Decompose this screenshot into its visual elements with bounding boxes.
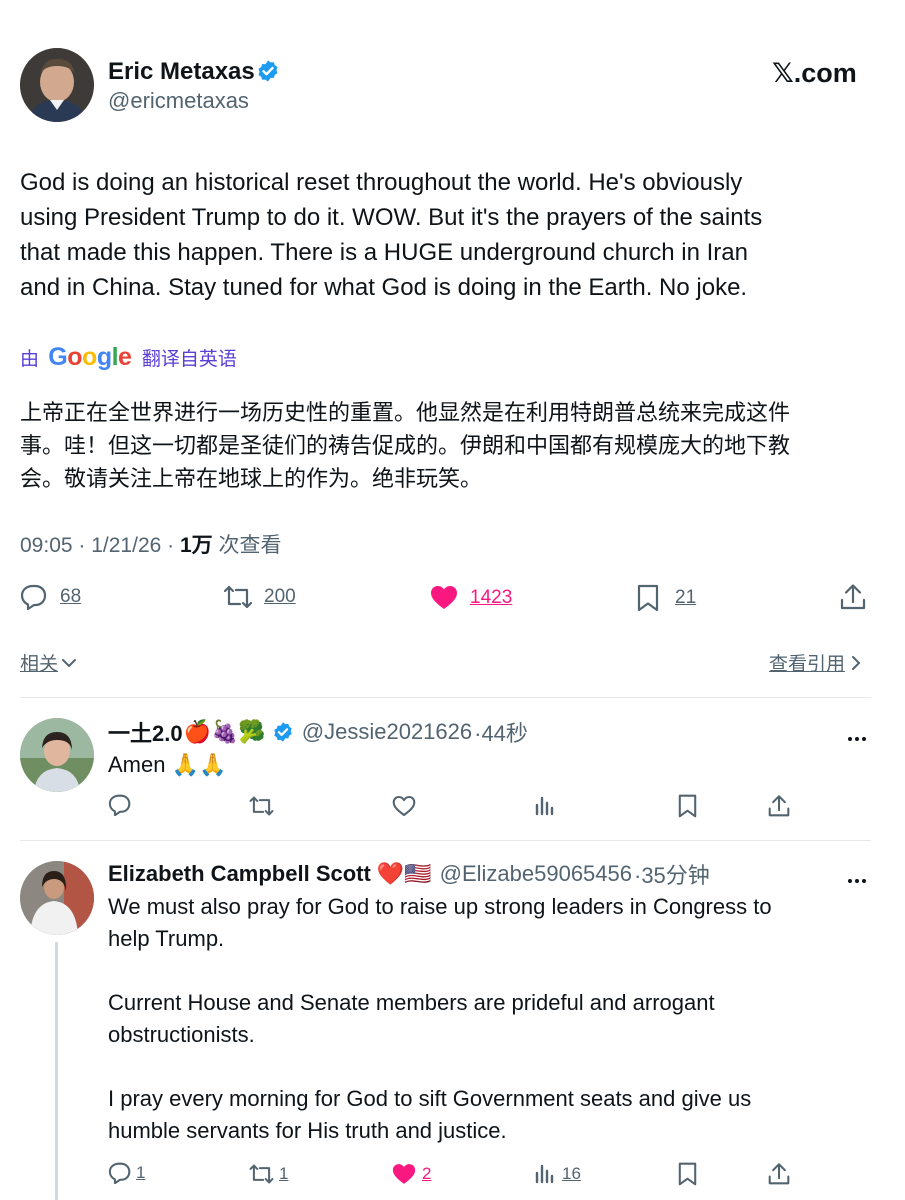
reply-text-line: help Trump. — [108, 926, 225, 951]
heart-icon[interactable] — [392, 795, 416, 817]
post-text: God is doing an historical reset through… — [20, 165, 880, 305]
view-quotes-link[interactable]: 查看引用 — [769, 649, 861, 676]
reply-text-line: Amen 🙏🙏 — [108, 752, 227, 777]
translation-attribution[interactable]: 由 Google 翻译自英语 — [20, 343, 237, 372]
reply-icon — [108, 1162, 132, 1184]
reply-count[interactable]: 68 — [60, 586, 81, 608]
bookmark-action[interactable]: 21 — [637, 584, 696, 612]
reply-handle[interactable]: @Elizabe59065456 — [440, 861, 632, 887]
reply-text-line: I pray every morning for God to sift Gov… — [108, 1086, 752, 1111]
bookmark-icon[interactable] — [678, 794, 697, 818]
bookmark-icon — [637, 584, 659, 612]
views-count: 1万 — [179, 534, 213, 557]
heart-filled-icon — [392, 1163, 416, 1185]
reply-text-line — [108, 955, 868, 987]
reply-text: Amen 🙏🙏 — [108, 749, 226, 781]
share-icon[interactable] — [768, 794, 790, 818]
post-text-line: God is doing an historical reset through… — [20, 169, 743, 196]
post-text-line: and in China. Stay tuned for what God is… — [20, 274, 748, 301]
reply-text: We must also pray for God to raise up st… — [108, 891, 868, 1147]
author-avatar[interactable] — [20, 48, 94, 122]
repost-count[interactable]: 1 — [279, 1164, 288, 1184]
chevron-right-icon — [851, 655, 861, 671]
views-count[interactable]: 16 — [562, 1164, 581, 1184]
bookmark-count[interactable]: 21 — [675, 587, 696, 609]
repost-icon — [222, 584, 254, 610]
like-count[interactable]: 2 — [422, 1164, 431, 1184]
reply-time[interactable]: ·44秒 — [474, 716, 528, 748]
verified-badge-icon — [256, 59, 280, 83]
views-icon[interactable] — [535, 796, 555, 816]
translated-line: 会。敬请关注上帝在地球上的作为。绝非玩笑。 — [20, 466, 483, 491]
reply-text-line: humble servants for His truth and justic… — [108, 1118, 507, 1143]
divider — [20, 697, 871, 698]
repost-count[interactable]: 200 — [264, 586, 296, 608]
translation-prefix: 由 — [20, 349, 40, 370]
related-label: 相关 — [20, 654, 59, 675]
reply-text-line: Current House and Senate members are pri… — [108, 990, 715, 1015]
thread-line — [55, 942, 58, 1200]
reply-display-name[interactable]: 一土2.0 — [108, 716, 183, 748]
verified-badge-icon — [272, 721, 294, 743]
reply-icon — [20, 584, 48, 610]
post-text-line: that made this happen. There is a HUGE u… — [20, 239, 748, 266]
like-count[interactable]: 1423 — [470, 587, 512, 609]
like-action[interactable]: 2 — [392, 1163, 431, 1185]
site-logo: 𝕏.com — [772, 58, 857, 88]
repost-action[interactable]: 200 — [222, 584, 296, 610]
author-display-name[interactable]: Eric Metaxas — [108, 58, 255, 85]
google-logo: Google — [48, 343, 132, 371]
chevron-down-icon — [61, 657, 77, 669]
reply-avatar[interactable] — [20, 861, 94, 935]
post-date[interactable]: 1/21/26 — [91, 534, 161, 557]
reply-header: 一土2.0 🍎🍇🥦 @Jessie2021626 ·44秒 — [108, 716, 528, 748]
more-options-icon[interactable] — [848, 728, 869, 746]
reply-text-line — [108, 1051, 868, 1083]
author-name[interactable]: Eric Metaxas — [108, 58, 255, 86]
reply-text-line: obstructionists. — [108, 1022, 255, 1047]
reply-name-emojis: ❤️🇺🇸 — [376, 861, 432, 886]
divider — [20, 840, 871, 841]
post-text-line: using President Trump to do it. WOW. But… — [20, 204, 763, 231]
post-time[interactable]: 09:05 — [20, 534, 73, 557]
reply-name-emojis: 🍎🍇🥦 — [183, 719, 266, 744]
share-icon[interactable] — [840, 583, 866, 611]
reply-display-name[interactable]: Elizabeth Campbell Scott — [108, 861, 371, 887]
reply-handle[interactable]: @Jessie2021626 — [302, 719, 472, 745]
translated-line: 上帝正在全世界进行一场历史性的重置。他显然是在利用特朗普总统来完成这件 — [20, 400, 791, 425]
reply-header: Elizabeth Campbell Scott ❤️🇺🇸 @Elizabe59… — [108, 858, 710, 890]
like-action[interactable]: 1423 — [430, 585, 512, 610]
related-toggle[interactable]: 相关 — [20, 649, 77, 676]
translated-line: 事。哇！但这一切都是圣徒们的祷告促成的。伊朗和中国都有规模庞大的地下教 — [20, 433, 791, 458]
repost-icon — [248, 1163, 275, 1185]
author-handle[interactable]: @ericmetaxas — [108, 88, 249, 114]
repost-action[interactable]: 1 — [248, 1163, 288, 1185]
heart-filled-icon — [430, 585, 458, 610]
views-icon — [535, 1164, 555, 1184]
post-metadata: 09:05 · 1/21/26 · 1万 次查看 — [20, 534, 282, 557]
reply-action[interactable]: 1 — [108, 1162, 145, 1184]
reply-text-line: We must also pray for God to raise up st… — [108, 894, 772, 919]
repost-icon[interactable] — [248, 795, 275, 817]
reply-action[interactable]: 68 — [20, 584, 81, 610]
bookmark-icon[interactable] — [678, 1162, 697, 1186]
translated-text: 上帝正在全世界进行一场历史性的重置。他显然是在利用特朗普总统来完成这件 事。哇！… — [20, 396, 880, 495]
more-options-icon[interactable] — [848, 870, 869, 888]
reply-avatar[interactable] — [20, 718, 94, 792]
reply-time[interactable]: ·35分钟 — [634, 858, 710, 890]
reply-count[interactable]: 1 — [136, 1163, 145, 1183]
reply-icon[interactable] — [108, 794, 132, 816]
views-label: 次查看 — [212, 534, 282, 557]
views-action[interactable]: 16 — [535, 1164, 581, 1184]
share-icon[interactable] — [768, 1162, 790, 1186]
view-quotes-label: 查看引用 — [769, 654, 846, 675]
translation-suffix: 翻译自英语 — [141, 349, 237, 370]
